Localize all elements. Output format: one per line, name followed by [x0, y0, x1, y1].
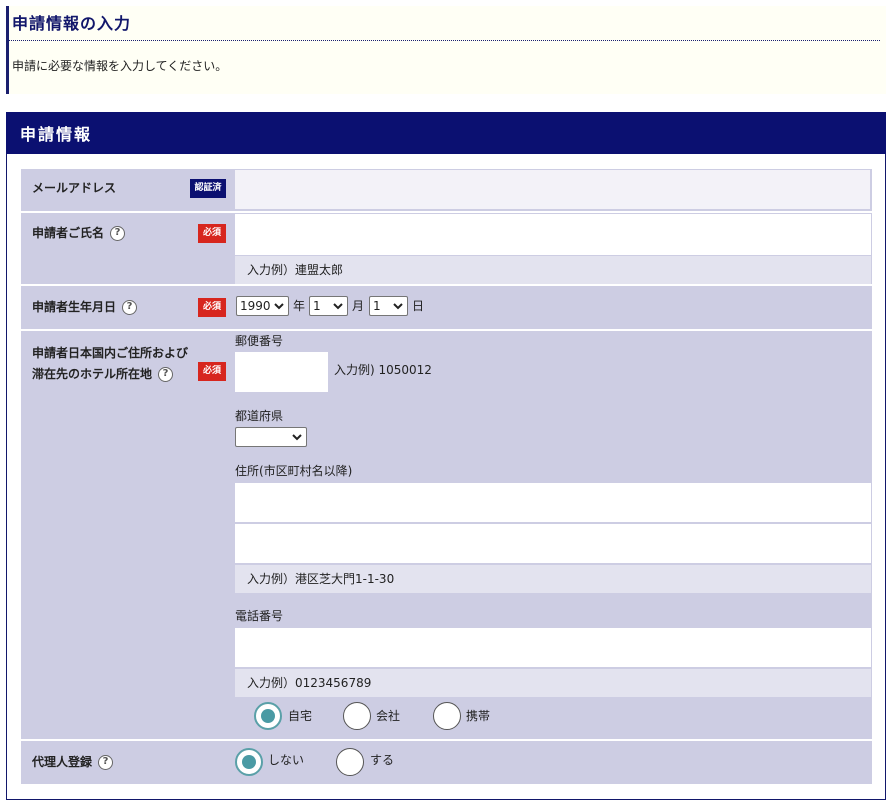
phone-type-mobile-label: 携帯: [466, 709, 491, 723]
verified-badge: 認証済: [190, 179, 226, 198]
chevron-down-icon: [274, 303, 284, 310]
name-label-text: 申請者ご氏名: [32, 226, 105, 240]
phone-type-mobile-radio[interactable]: [433, 702, 461, 730]
birth-day-select[interactable]: 1: [369, 296, 408, 316]
birth-month-value: 1: [313, 299, 321, 313]
postal-label: 郵便番号: [235, 334, 284, 348]
birth-day-value: 1: [373, 299, 381, 313]
page-description: 申請に必要な情報を入力してください。: [12, 59, 228, 73]
phone-example: 入力例）0123456789: [235, 669, 871, 697]
chevron-down-icon: [333, 303, 343, 310]
phone-type-home-radio[interactable]: [254, 702, 282, 730]
birth-year-select[interactable]: 1990: [236, 296, 289, 316]
agent-no-radio[interactable]: [235, 748, 263, 776]
prefecture-select[interactable]: [235, 427, 307, 447]
chevron-down-icon: [393, 303, 403, 310]
birth-year-value: 1990: [240, 299, 271, 313]
title-divider: [6, 40, 880, 41]
page-title: 申請情報の入力: [12, 14, 132, 33]
chevron-down-icon: [292, 434, 302, 441]
address-label-line2-wrap: 滞在先のホテル所在地?: [32, 363, 174, 385]
phone-type-home-label: 自宅: [288, 709, 313, 723]
name-example: 入力例）連盟太郎: [235, 256, 871, 284]
name-input[interactable]: [235, 214, 871, 255]
prefecture-label: 都道府県: [235, 409, 284, 423]
month-unit: 月: [352, 299, 365, 313]
day-unit: 日: [412, 299, 425, 313]
birthdate-label: 申請者生年月日?: [32, 296, 138, 318]
required-badge: 必須: [198, 224, 226, 243]
birthdate-row: [21, 286, 872, 329]
section-header: [6, 112, 886, 154]
address-example: 入力例）港区芝大門1-1-30: [235, 565, 871, 593]
section-title: 申請情報: [20, 125, 93, 144]
agent-label: 代理人登録?: [32, 751, 114, 773]
required-badge: 必須: [198, 298, 226, 317]
page-heading: [6, 6, 886, 94]
phone-input[interactable]: [235, 628, 871, 667]
help-icon[interactable]: ?: [122, 300, 138, 315]
address-label-line2: 滞在先のホテル所在地: [32, 367, 153, 381]
name-label: 申請者ご氏名?: [32, 222, 126, 244]
address-line2-input[interactable]: [235, 524, 871, 563]
postal-example: 入力例) 1050012: [334, 363, 432, 377]
email-field: [235, 170, 870, 209]
address-line-label: 住所(市区町村名以降): [235, 464, 353, 478]
phone-type-office-radio[interactable]: [343, 702, 371, 730]
agent-row: [21, 741, 872, 784]
help-icon[interactable]: ?: [98, 755, 114, 770]
phone-label: 電話番号: [235, 609, 284, 623]
year-unit: 年: [293, 299, 306, 313]
email-label: メールアドレス: [32, 181, 117, 195]
address-line1-input[interactable]: [235, 483, 871, 522]
agent-no-label: しない: [268, 753, 305, 767]
help-icon[interactable]: ?: [158, 367, 174, 382]
agent-yes-label: する: [370, 753, 395, 767]
agent-label-text: 代理人登録: [32, 755, 93, 769]
address-label-line1: 申請者日本国内ご住所および: [32, 346, 189, 360]
help-icon[interactable]: ?: [110, 226, 126, 241]
birth-month-select[interactable]: 1: [309, 296, 348, 316]
required-badge: 必須: [198, 362, 226, 381]
phone-type-office-label: 会社: [376, 709, 401, 723]
birthdate-label-text: 申請者生年月日: [32, 300, 117, 314]
agent-yes-radio[interactable]: [336, 748, 364, 776]
postal-code-input[interactable]: [235, 352, 328, 392]
